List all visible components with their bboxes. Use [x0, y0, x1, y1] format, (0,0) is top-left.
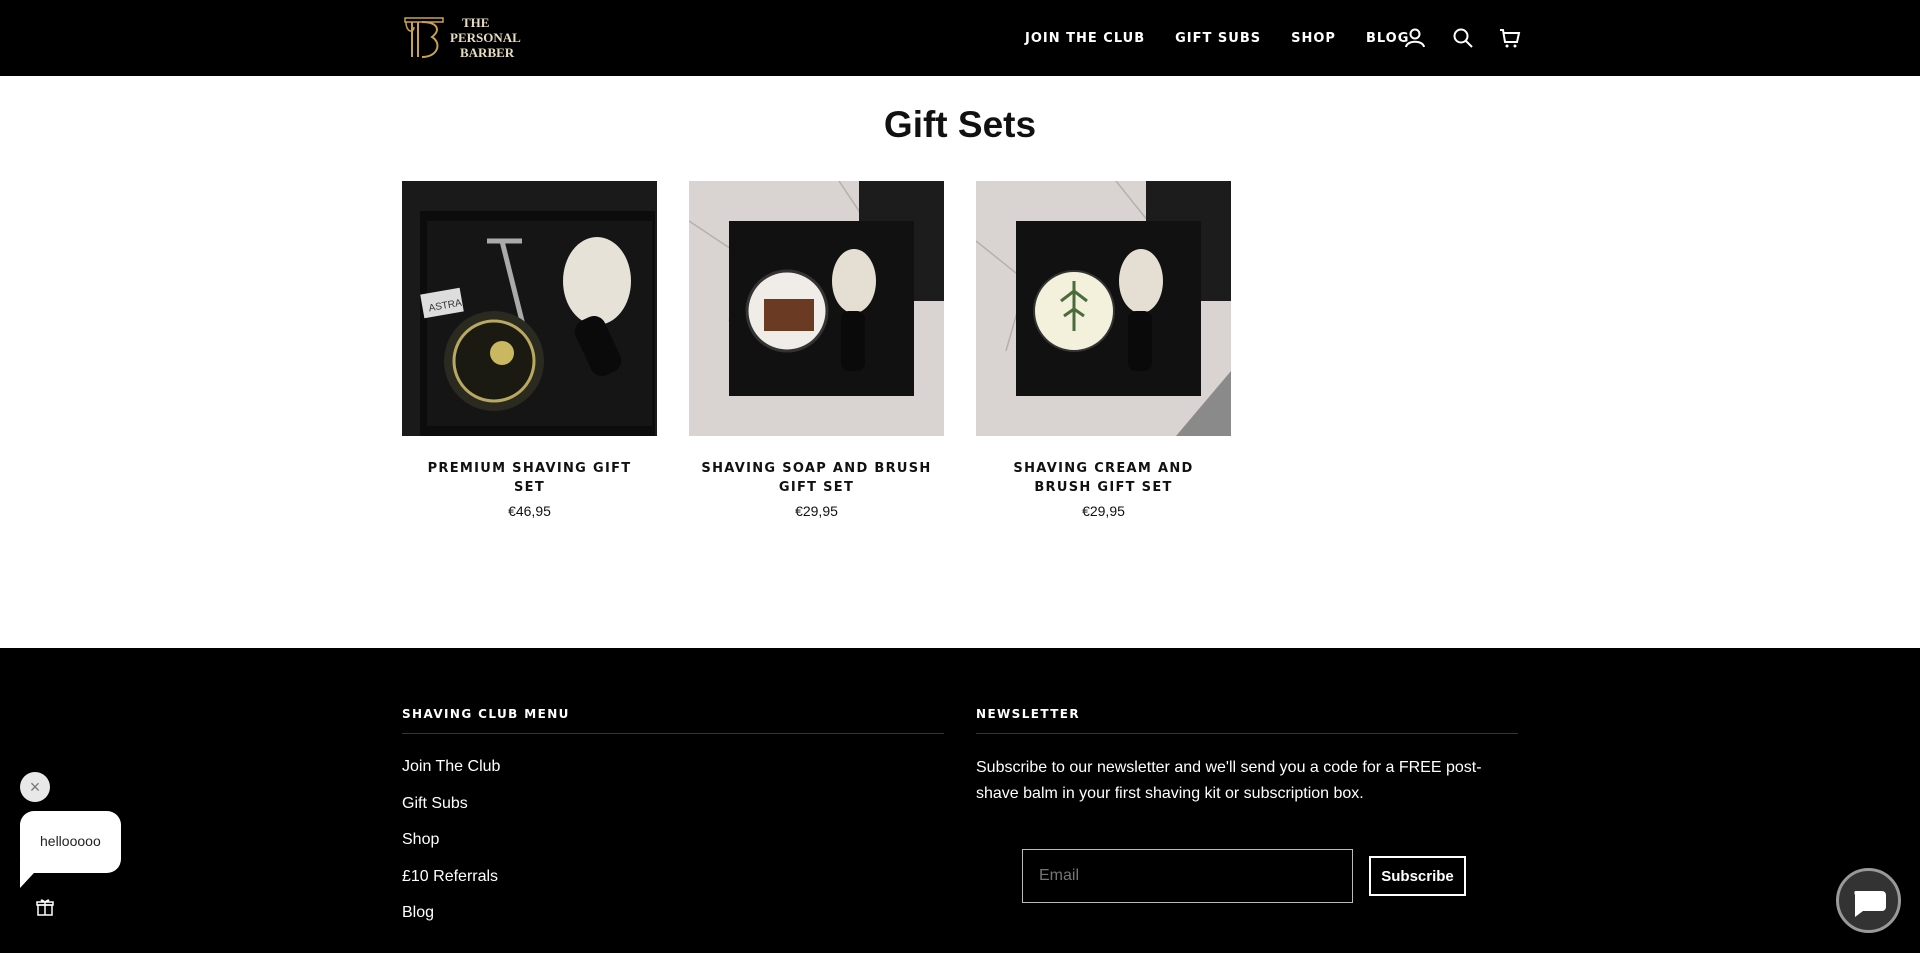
product-price: €29,95 [1082, 503, 1125, 519]
search-icon[interactable] [1452, 27, 1474, 49]
product-image[interactable] [975, 180, 1231, 436]
logo-monogram [404, 17, 444, 58]
logo-wordmark: THE PERSONAL BARBER [450, 14, 521, 60]
footer-link-join-the-club[interactable]: Join The Club [402, 758, 500, 776]
product-name[interactable]: SHAVING CREAM AND BRUSH GIFT SET [976, 459, 1231, 497]
footer-menu-divider [402, 733, 944, 734]
nav-join-the-club[interactable]: JOIN THE CLUB [1025, 31, 1145, 46]
site-logo[interactable]: THE PERSONAL BARBER [402, 12, 532, 62]
chat-icon [1854, 891, 1886, 917]
page-title: Gift Sets [883, 104, 1037, 145]
email-field[interactable] [1022, 849, 1353, 903]
subscribe-button[interactable]: Subscribe [1369, 856, 1466, 896]
site-header: THE PERSONAL BARBER JOIN THE CLUB GIFT S… [0, 0, 1920, 76]
nav-gift-subs[interactable]: GIFT SUBS [1175, 31, 1261, 46]
site-footer: SHAVING CLUB MENU Join The Club Gift Sub… [0, 648, 1920, 953]
close-icon[interactable]: × [20, 772, 50, 802]
footer-link-gift-subs[interactable]: Gift Subs [402, 795, 468, 813]
newsletter-divider [976, 733, 1518, 734]
product-name[interactable]: SHAVING SOAP AND BRUSH GIFT SET [689, 459, 944, 497]
newsletter-text: Subscribe to our newsletter and we'll se… [976, 759, 1482, 802]
account-icon[interactable] [1404, 27, 1426, 49]
footer-link-shop[interactable]: Shop [402, 831, 439, 849]
footer-link-referrals[interactable]: £10 Referrals [402, 868, 498, 886]
product-name[interactable]: PREMIUM SHAVING GIFT SET [402, 459, 657, 497]
product-card[interactable]: ASTRA PREMIUM SHAVING GIFT SET €46,95 [402, 181, 657, 519]
nav-blog[interactable]: BLOG [1366, 31, 1409, 46]
cart-icon[interactable] [1499, 27, 1521, 49]
product-price: €46,95 [508, 503, 551, 519]
chat-bubble-tail [20, 860, 46, 888]
product-price: €29,95 [795, 503, 838, 519]
newsletter-heading: NEWSLETTER [976, 707, 1081, 721]
product-card[interactable]: SHAVING CREAM AND BRUSH GIFT SET €29,95 [975, 180, 1231, 519]
footer-link-blog[interactable]: Blog [402, 904, 434, 922]
chat-launcher-button[interactable] [1836, 868, 1901, 933]
product-card[interactable]: SHAVING SOAP AND BRUSH GIFT SET €29,95 [688, 180, 944, 519]
footer-menu-heading: SHAVING CLUB MENU [402, 707, 570, 721]
main-nav: JOIN THE CLUB GIFT SUBS SHOP BLOG [1025, 0, 1439, 76]
product-image[interactable]: ASTRA [402, 181, 657, 436]
nav-shop[interactable]: SHOP [1291, 31, 1336, 46]
product-image[interactable] [688, 180, 944, 436]
gift-icon[interactable] [36, 898, 54, 916]
